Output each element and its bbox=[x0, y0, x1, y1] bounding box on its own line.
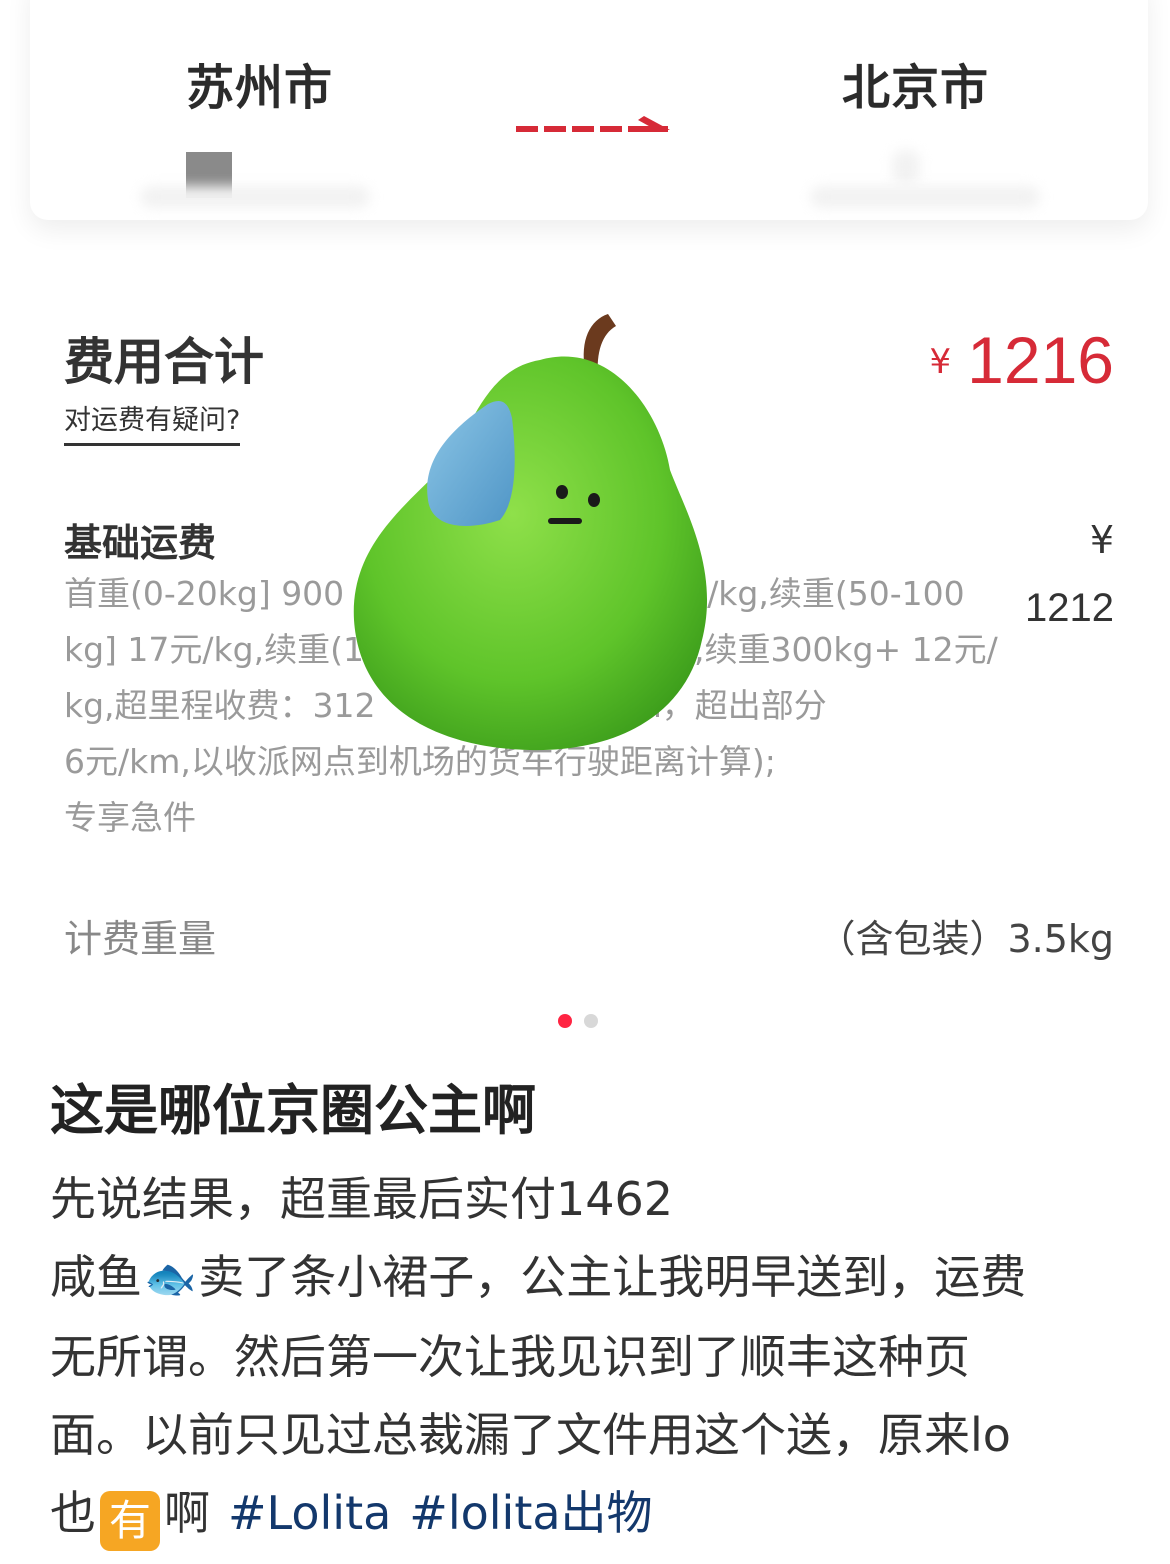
post-body: 先说结果，超重最后实付1462 咸鱼🐟卖了条小裙子，公主让我明早送到，运费 无所… bbox=[50, 1160, 1130, 1552]
redacted-destination-detail bbox=[892, 150, 920, 184]
post-line: 先说结果，超重最后实付1462 bbox=[50, 1172, 674, 1226]
total-currency: ¥ bbox=[929, 342, 952, 382]
post-title: 这是哪位京圈公主啊 bbox=[50, 1079, 536, 1142]
fee-question-link[interactable]: 对运费有疑问? bbox=[64, 398, 241, 446]
total-price: ¥1216 bbox=[930, 322, 1114, 398]
base-fee-amount: 1212 bbox=[1025, 586, 1114, 630]
hashtag-lolita-sale[interactable]: #lolita出物 bbox=[409, 1486, 652, 1540]
you-badge-icon: 有 bbox=[100, 1491, 160, 1551]
billing-weight-value: （含包装）3.5kg bbox=[817, 917, 1114, 961]
destination-city: 北京市 bbox=[842, 60, 990, 116]
post-line: 面。以前只见过总裁漏了文件用这个送，原来lo bbox=[50, 1408, 1011, 1462]
post-line: 无所谓。然后第一次让我见识到了顺丰这种页 bbox=[50, 1330, 970, 1384]
billing-weight-label: 计费重量 bbox=[64, 917, 217, 961]
origin-city: 苏州市 bbox=[186, 60, 334, 116]
redacted-destination-address bbox=[810, 186, 1040, 208]
page-dot-active[interactable] bbox=[558, 1014, 572, 1028]
page-dot[interactable] bbox=[584, 1014, 598, 1028]
post-line: 咸鱼🐟卖了条小裙子，公主让我明早送到，运费 bbox=[50, 1238, 1130, 1318]
base-fee-currency: ¥ bbox=[1089, 518, 1114, 562]
redacted-origin-address bbox=[140, 186, 370, 208]
route-card: 苏州市 北京市 bbox=[30, 0, 1148, 220]
image-pagination[interactable] bbox=[558, 1014, 598, 1028]
pear-sticker-icon bbox=[353, 314, 708, 751]
post-line: 也有啊 #Lolita #lolita出物 bbox=[50, 1474, 1130, 1552]
total-amount: 1216 bbox=[967, 323, 1114, 397]
route-arrow-icon bbox=[516, 116, 670, 132]
fish-icon: 🐟 bbox=[144, 1254, 197, 1303]
screenshot-page: 苏州市 北京市 费用合计 对运费有疑问? ¥1216 基础运费 ¥ 1212 首… bbox=[0, 0, 1170, 1564]
desc-line: 专享急件 bbox=[64, 798, 196, 837]
fee-total-title: 费用合计 bbox=[64, 333, 264, 391]
base-fee-title: 基础运费 bbox=[64, 521, 217, 565]
hashtag-lolita[interactable]: #Lolita bbox=[228, 1486, 391, 1540]
